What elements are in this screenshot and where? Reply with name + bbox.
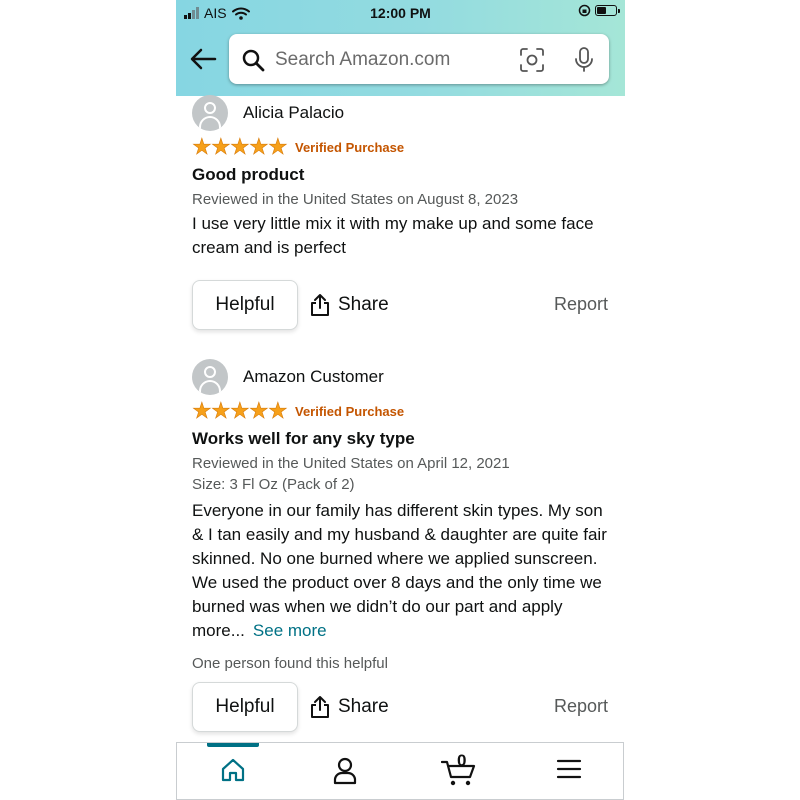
- star-icon: ★: [268, 398, 288, 423]
- star-icon: ★: [249, 398, 269, 423]
- share-icon: [311, 294, 329, 316]
- star-icon: ★: [211, 134, 231, 159]
- camera-scan-icon[interactable]: [519, 47, 545, 73]
- nav-home[interactable]: [213, 757, 253, 789]
- share-label: Share: [338, 294, 389, 315]
- status-time: 12:00 PM: [370, 5, 431, 21]
- avatar: [192, 359, 228, 395]
- star-rating: ★ ★ ★ ★ ★: [192, 398, 288, 423]
- status-bar: AIS 12:00 PM: [176, 0, 625, 26]
- reviewer-name: Amazon Customer: [243, 367, 384, 386]
- search-input[interactable]: [273, 44, 507, 76]
- nav-menu[interactable]: [549, 757, 589, 789]
- star-icon: ★: [192, 398, 212, 423]
- see-more-link[interactable]: See more: [253, 621, 327, 640]
- nav-account[interactable]: [325, 757, 365, 789]
- reviewer-name: Alicia Palacio: [243, 103, 345, 122]
- account-icon: [333, 757, 357, 785]
- search-bar[interactable]: [229, 34, 609, 84]
- verified-purchase-badge: Verified Purchase: [295, 403, 405, 419]
- home-icon: [221, 758, 245, 782]
- search-icon: [242, 49, 265, 72]
- star-icon: ★: [192, 134, 212, 159]
- report-link[interactable]: Report: [554, 696, 608, 717]
- share-label: Share: [338, 696, 389, 717]
- star-icon: ★: [230, 398, 250, 423]
- verified-purchase-badge: Verified Purchase: [295, 139, 405, 155]
- review-actions: Helpful Share Report: [192, 280, 612, 332]
- review-title: Works well for any sky type: [192, 429, 415, 448]
- star-icon: ★: [268, 134, 288, 159]
- helpful-count: One person found this helpful: [192, 655, 388, 672]
- orientation-lock-icon: [578, 4, 591, 17]
- phone-screen: AIS 12:00 PM Search Amazon.com Alicia Pa…: [176, 0, 625, 800]
- helpful-button[interactable]: Helpful: [192, 682, 298, 732]
- review-body: I use very little mix it with my make up…: [192, 214, 594, 257]
- microphone-icon[interactable]: [574, 46, 594, 74]
- menu-icon: [556, 759, 582, 779]
- helpful-button[interactable]: Helpful: [192, 280, 298, 330]
- rating-row: ★ ★ ★ ★ ★ Verified Purchase: [192, 135, 612, 159]
- battery-icon: [595, 5, 620, 16]
- star-icon: ★: [211, 398, 231, 423]
- cart-count: 0: [457, 751, 467, 770]
- nav-cart[interactable]: 0: [437, 751, 481, 789]
- back-button[interactable]: [188, 44, 218, 74]
- avatar: [192, 95, 228, 131]
- review-actions: Helpful Share Report: [192, 682, 612, 734]
- rating-row: ★ ★ ★ ★ ★ Verified Purchase: [192, 399, 612, 423]
- back-arrow-icon: [190, 48, 217, 70]
- report-link[interactable]: Report: [554, 294, 608, 315]
- share-icon: [311, 696, 329, 718]
- star-rating: ★ ★ ★ ★ ★: [192, 134, 288, 159]
- review-card: Alicia Palacio ★ ★ ★ ★ ★ Verified Purchase G…: [192, 95, 612, 332]
- review-size: Size: 3 Fl Oz (Pack of 2): [192, 476, 355, 493]
- review-title: Good product: [192, 165, 305, 184]
- share-button[interactable]: Share: [310, 695, 389, 719]
- review-date: Reviewed in the United States on April 1…: [192, 455, 510, 472]
- star-icon: ★: [230, 134, 250, 159]
- star-icon: ★: [249, 134, 269, 159]
- review-card: Amazon Customer ★ ★ ★ ★ ★ Verified Purchase …: [192, 359, 612, 734]
- review-body-text: Everyone in our family has different ski…: [192, 501, 607, 640]
- active-tab-indicator: [207, 743, 259, 747]
- share-button[interactable]: Share: [310, 293, 389, 317]
- review-body: Everyone in our family has different ski…: [192, 499, 612, 643]
- header: AIS 12:00 PM: [176, 0, 625, 96]
- bottom-nav: 0: [176, 742, 624, 800]
- review-date: Reviewed in the United States on August …: [192, 191, 519, 208]
